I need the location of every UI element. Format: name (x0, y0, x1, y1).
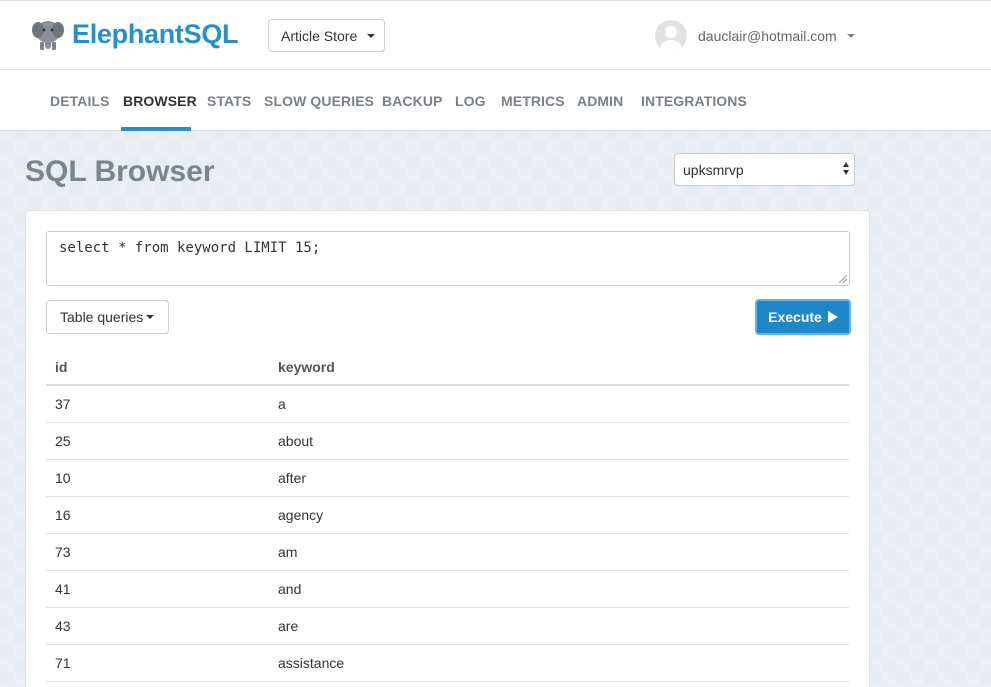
cell-keyword: are (278, 618, 299, 634)
table-row: 37 a (46, 386, 849, 423)
instance-select[interactable]: upksmrvp (674, 153, 855, 186)
table-row: 16 agency (46, 497, 849, 534)
tab-integrations[interactable]: INTEGRATIONS (641, 93, 747, 109)
cell-id: 37 (55, 396, 71, 412)
instance-select-value: upksmrvp (683, 161, 744, 178)
select-arrows-icon (843, 162, 849, 175)
page-title: SQL Browser (25, 155, 215, 188)
cell-id: 25 (55, 433, 71, 449)
tab-browser[interactable]: BROWSER (123, 93, 197, 109)
query-editor[interactable]: select * from keyword LIMIT 15; (46, 231, 850, 286)
query-text: select * from keyword LIMIT 15; (59, 240, 321, 256)
active-tab-indicator (121, 127, 191, 131)
cell-id: 16 (55, 507, 71, 523)
cell-id: 43 (55, 618, 71, 634)
cell-id: 41 (55, 581, 71, 597)
tab-backup[interactable]: BACKUP (382, 93, 443, 109)
tab-log[interactable]: LOG (455, 93, 486, 109)
table-row: 41 and (46, 571, 849, 608)
user-email: dauclair@hotmail.com (698, 28, 837, 44)
table-header-row: id keyword (46, 351, 849, 386)
store-dropdown-label: Article Store (281, 27, 358, 44)
play-icon (827, 311, 838, 323)
brand-name: ElephantSQL (72, 18, 239, 49)
top-bar: ElephantSQL Article Store dauclair@hotma… (0, 0, 991, 70)
elephant-icon (32, 21, 64, 50)
execute-button[interactable]: Execute (755, 299, 851, 335)
table-row: 71 assistance (46, 645, 849, 682)
sql-panel: select * from keyword LIMIT 15; Table qu… (25, 210, 870, 687)
results-table: id keyword 37 a 25 about 10 after 16 age… (46, 351, 849, 682)
cell-keyword: after (278, 470, 307, 486)
caret-down-icon (367, 33, 376, 38)
table-row: 73 am (46, 534, 849, 571)
cell-keyword: agency (278, 507, 324, 523)
tab-admin[interactable]: ADMIN (577, 93, 623, 109)
table-row: 25 about (46, 423, 849, 460)
table-row: 10 after (46, 460, 849, 497)
caret-down-icon (146, 315, 155, 319)
table-queries-button[interactable]: Table queries (46, 300, 169, 334)
table-queries-label: Table queries (60, 309, 144, 325)
cell-id: 71 (55, 655, 71, 671)
user-menu[interactable]: dauclair@hotmail.com (655, 20, 855, 52)
tab-slow-queries[interactable]: SLOW QUERIES (264, 93, 374, 109)
resize-grip-icon[interactable] (839, 275, 847, 283)
column-header-keyword: keyword (278, 359, 335, 375)
cell-keyword: and (278, 581, 302, 597)
cell-id: 73 (55, 544, 71, 560)
store-dropdown[interactable]: Article Store (268, 19, 385, 52)
brand-logo[interactable]: ElephantSQL (30, 16, 239, 52)
cell-keyword: am (278, 544, 298, 560)
cell-id: 10 (55, 470, 71, 486)
caret-down-icon (846, 34, 855, 38)
table-row: 43 are (46, 608, 849, 645)
tab-stats[interactable]: STATS (207, 93, 251, 109)
cell-keyword: about (278, 433, 314, 449)
cell-keyword: a (278, 396, 286, 412)
column-header-id: id (55, 359, 68, 375)
instance-nav: DETAILS BROWSER STATS SLOW QUERIES BACKU… (0, 70, 991, 131)
tab-details[interactable]: DETAILS (50, 93, 110, 109)
avatar (655, 20, 687, 52)
tab-metrics[interactable]: METRICS (501, 93, 565, 109)
execute-label: Execute (768, 309, 822, 325)
cell-keyword: assistance (278, 655, 345, 671)
